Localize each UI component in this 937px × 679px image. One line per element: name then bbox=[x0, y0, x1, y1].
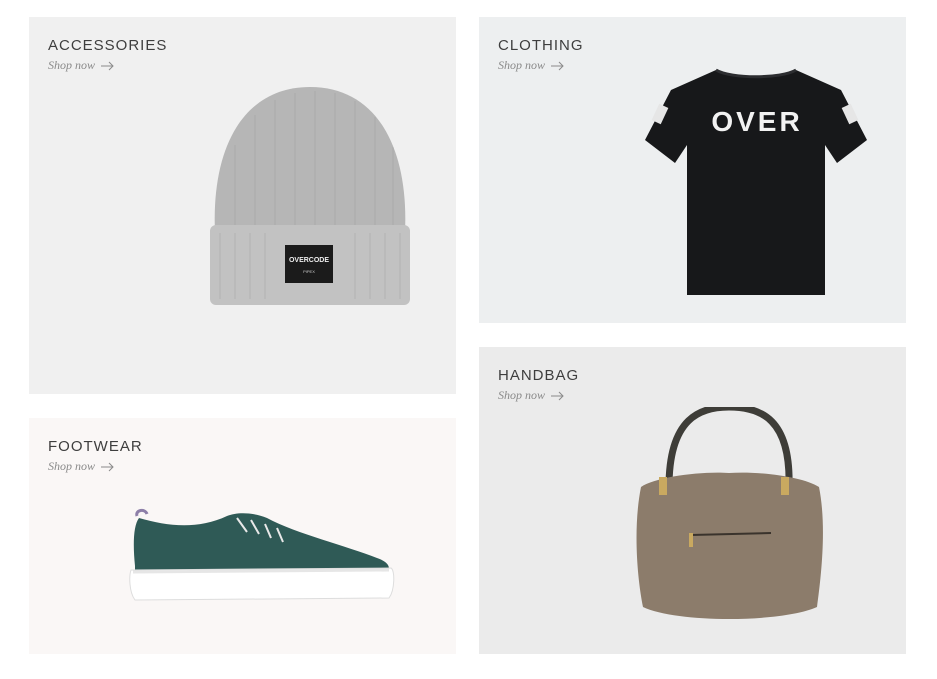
category-tile-handbag[interactable]: HANDBAG Shop now bbox=[479, 347, 906, 654]
shop-now-link[interactable]: Shop now bbox=[48, 459, 115, 474]
category-title: ACCESSORIES bbox=[48, 37, 168, 54]
shop-now-label: Shop now bbox=[48, 459, 96, 473]
tshirt-print-text: OVER bbox=[711, 106, 802, 137]
sneaker-image bbox=[129, 508, 395, 601]
tshirt-image: OVER bbox=[645, 68, 867, 295]
category-title: CLOTHING bbox=[498, 37, 584, 54]
arrow-right-icon bbox=[101, 61, 114, 70]
category-tile-accessories[interactable]: ACCESSORIES Shop now OVERCODE PIPEX bbox=[29, 17, 456, 394]
arrow-right-icon bbox=[551, 391, 564, 400]
category-tile-footwear[interactable]: FOOTWEAR Shop now bbox=[29, 418, 456, 654]
category-tile-clothing[interactable]: CLOTHING Shop now OVER bbox=[479, 17, 906, 323]
handbag-image bbox=[636, 407, 823, 619]
shop-now-link[interactable]: Shop now bbox=[498, 388, 565, 403]
beanie-label-text: OVERCODE bbox=[289, 257, 329, 264]
shop-now-label: Shop now bbox=[498, 388, 546, 402]
arrow-right-icon bbox=[101, 462, 114, 471]
beanie-image: OVERCODE PIPEX bbox=[210, 87, 410, 305]
category-title: HANDBAG bbox=[498, 367, 580, 384]
shop-now-link[interactable]: Shop now bbox=[498, 58, 565, 73]
arrow-right-icon bbox=[551, 61, 564, 70]
beanie-sub-text: PIPEX bbox=[303, 269, 315, 274]
shop-now-label: Shop now bbox=[498, 58, 546, 72]
shop-now-link[interactable]: Shop now bbox=[48, 58, 115, 73]
category-title: FOOTWEAR bbox=[48, 438, 143, 455]
shop-now-label: Shop now bbox=[48, 58, 96, 72]
